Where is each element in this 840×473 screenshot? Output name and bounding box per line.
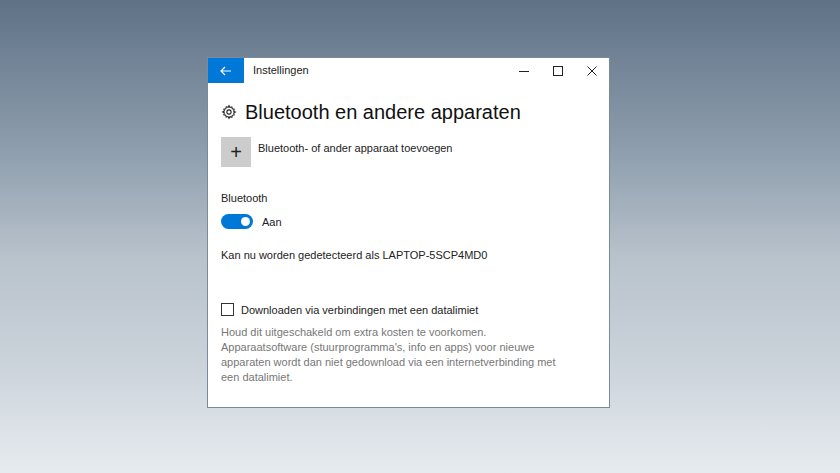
add-device-button[interactable]: + Bluetooth- of ander apparaat toevoegen [221,137,596,167]
metered-checkbox[interactable] [221,303,234,316]
add-device-label: Bluetooth- of ander apparaat toevoegen [258,140,452,157]
close-icon [587,66,597,76]
gear-icon [221,104,237,120]
close-button[interactable] [575,58,609,83]
content: Bluetooth en andere apparaten + Bluetooth-… [208,83,609,385]
page-header: Bluetooth en andere apparaten [221,99,596,125]
maximize-button[interactable] [541,58,575,83]
desktop: Instellingen Bluetooth en andere apparate… [0,0,840,473]
back-button[interactable] [208,58,244,83]
bluetooth-toggle[interactable] [221,214,253,229]
metered-description: Houd dit uitgeschakeld om extra kosten t… [221,325,556,385]
maximize-icon [553,66,563,76]
window-title: Instellingen [253,62,309,79]
title-bar: Instellingen [208,58,609,83]
bluetooth-label: Bluetooth [221,190,596,207]
bluetooth-state: Aan [262,214,282,231]
metered-label: Downloaden via verbindingen met een data… [241,302,478,319]
minimize-icon [519,66,529,76]
metered-checkbox-row[interactable]: Downloaden via verbindingen met een data… [221,302,596,319]
back-arrow-icon [220,66,232,76]
discoverable-text: Kan nu worden gedetecteerd als LAPTOP-5S… [221,247,596,264]
add-tile: + [221,137,251,167]
minimize-button[interactable] [507,58,541,83]
settings-window: Instellingen Bluetooth en andere apparate… [207,57,610,408]
toggle-knob [241,217,250,226]
bluetooth-toggle-row: Aan [221,214,596,231]
page-heading: Bluetooth en andere apparaten [245,99,521,125]
